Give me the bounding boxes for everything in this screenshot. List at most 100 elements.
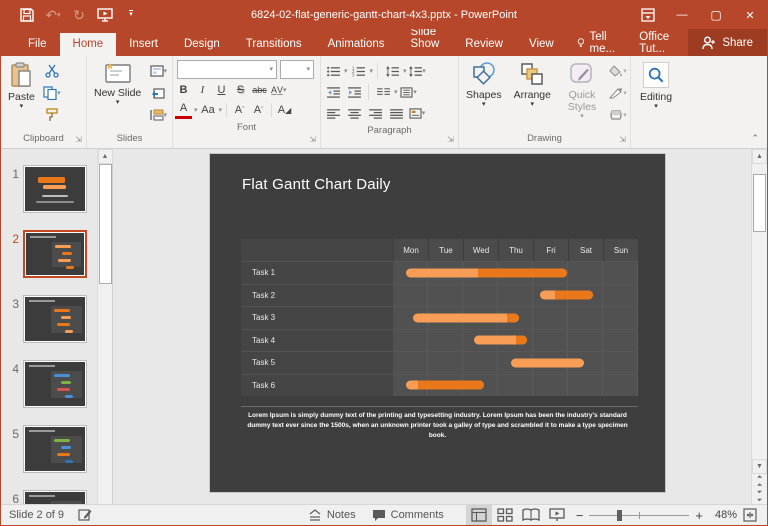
accessibility-check-icon[interactable]: [78, 508, 92, 522]
thumbnail-frame[interactable]: [23, 360, 87, 408]
gantt-chart[interactable]: MonTueWedThuFriSatSun Task 1Task 2Task 3…: [241, 239, 638, 396]
font-name-combobox[interactable]: ▾: [177, 60, 277, 79]
section-button[interactable]: ▾: [148, 105, 168, 125]
paste-button[interactable]: Paste▾: [3, 59, 40, 129]
line-spacing-button[interactable]: [382, 61, 402, 81]
zoom-in-icon[interactable]: +: [695, 508, 703, 523]
slide-indicator[interactable]: Slide 2 of 9: [9, 509, 64, 521]
slide-thumbnail-5[interactable]: 5: [3, 425, 95, 473]
tab-review[interactable]: Review: [452, 33, 516, 56]
thumbnail-frame[interactable]: [23, 165, 87, 213]
comments-toggle[interactable]: Comments: [364, 505, 452, 525]
thumbnail-scrollbar-thumb[interactable]: [99, 164, 112, 284]
tab-home[interactable]: Home: [60, 33, 117, 56]
arrange-button[interactable]: Arrange▾: [509, 59, 556, 129]
quick-styles-button[interactable]: Quick Styles▾: [558, 59, 606, 129]
convert-smartart-button[interactable]: ▾: [407, 103, 427, 123]
bold-button[interactable]: B: [175, 81, 192, 99]
previous-slide-icon[interactable]: ⏶⏶: [752, 474, 767, 489]
gantt-bar[interactable]: [413, 313, 520, 322]
format-painter-button[interactable]: [42, 105, 62, 125]
new-slide-button[interactable]: New Slide▾: [89, 59, 146, 129]
fit-slide-to-window-button[interactable]: [737, 505, 763, 525]
save-icon[interactable]: [15, 4, 39, 26]
shape-effects-button[interactable]: ▾: [608, 105, 628, 125]
thumbnail-frame[interactable]: [23, 295, 87, 343]
reading-view-button[interactable]: [518, 505, 544, 525]
character-spacing-button[interactable]: A̲V̲▾: [270, 81, 288, 99]
align-text-button[interactable]: ▾: [399, 82, 419, 102]
tell-me-button[interactable]: Tell me...: [567, 29, 630, 56]
redo-icon[interactable]: ↻: [67, 4, 91, 26]
text-direction-button[interactable]: ▾: [408, 61, 428, 81]
cut-button[interactable]: [42, 61, 62, 81]
minimize-button[interactable]: —: [665, 1, 699, 29]
maximize-button[interactable]: ▢: [699, 1, 733, 29]
slide-thumbnail-1[interactable]: 1: [3, 165, 95, 213]
gantt-bar[interactable]: [540, 291, 593, 300]
clipboard-dialog-launcher[interactable]: ⇲: [75, 135, 82, 144]
tab-view[interactable]: View: [516, 33, 567, 56]
close-button[interactable]: ✕: [733, 1, 767, 29]
align-left-button[interactable]: [323, 103, 343, 123]
slide-canvas[interactable]: Flat Gantt Chart Daily MonTueWedThuFriSa…: [210, 154, 665, 492]
shadow-button[interactable]: S: [232, 81, 249, 99]
vertical-scrollbar[interactable]: ▲ ▼ ⏶⏶ ⏷⏷: [751, 149, 767, 504]
change-case-button[interactable]: Aa: [200, 101, 217, 119]
font-size-combobox[interactable]: ▾: [280, 60, 314, 79]
slide-title[interactable]: Flat Gantt Chart Daily: [242, 176, 391, 193]
justify-button[interactable]: [386, 103, 406, 123]
copy-button[interactable]: ▾: [42, 83, 62, 103]
underline-button[interactable]: U: [213, 81, 230, 99]
notes-toggle[interactable]: Notes: [300, 505, 364, 525]
gantt-bar[interactable]: [406, 381, 483, 390]
italic-button[interactable]: I: [194, 81, 211, 99]
tab-transitions[interactable]: Transitions: [233, 33, 315, 56]
numbering-button[interactable]: [349, 61, 369, 81]
paragraph-dialog-launcher[interactable]: ⇲: [447, 135, 454, 144]
scroll-up-icon[interactable]: ▲: [98, 149, 113, 164]
strikethrough-button[interactable]: abc: [251, 81, 268, 99]
customize-qat-icon[interactable]: ▾: [119, 4, 143, 26]
scroll-up-icon[interactable]: ▲: [752, 149, 767, 164]
increase-indent-button[interactable]: [344, 82, 364, 102]
gantt-bar[interactable]: [406, 268, 566, 277]
start-from-beginning-icon[interactable]: [93, 4, 117, 26]
tab-design[interactable]: Design: [171, 33, 233, 56]
align-center-button[interactable]: [344, 103, 364, 123]
next-slide-icon[interactable]: ⏷⏷: [752, 489, 767, 504]
undo-icon[interactable]: ↶▾: [41, 4, 65, 26]
slide-show-button[interactable]: [544, 505, 570, 525]
columns-button[interactable]: [373, 82, 393, 102]
normal-view-button[interactable]: [466, 505, 492, 525]
collapse-ribbon-icon[interactable]: ⌃: [751, 133, 759, 144]
ribbon-display-options-icon[interactable]: [631, 1, 665, 29]
slide-thumbnail-6[interactable]: 6: [3, 490, 95, 504]
thumbnail-panel-scrollbar[interactable]: ▲: [97, 149, 112, 504]
share-button[interactable]: Share: [688, 29, 767, 56]
zoom-slider[interactable]: − +: [570, 508, 709, 523]
zoom-out-icon[interactable]: −: [576, 508, 584, 523]
align-right-button[interactable]: [365, 103, 385, 123]
thumbnail-frame[interactable]: [23, 490, 87, 504]
slide-body-text[interactable]: Lorem Ipsum is simply dummy text of the …: [246, 411, 629, 441]
grow-font-button[interactable]: Aˆ: [231, 101, 248, 119]
clear-formatting-button[interactable]: A◢: [276, 101, 293, 119]
tab-insert[interactable]: Insert: [116, 33, 171, 56]
shape-outline-button[interactable]: ▾: [608, 83, 628, 103]
slide-thumbnail-3[interactable]: 3: [3, 295, 95, 343]
thumbnail-frame[interactable]: [23, 230, 87, 278]
drawing-dialog-launcher[interactable]: ⇲: [619, 135, 626, 144]
editing-button[interactable]: Editing▾: [635, 59, 677, 129]
reset-button[interactable]: [148, 83, 168, 103]
zoom-level[interactable]: 48%: [709, 509, 737, 521]
shape-fill-button[interactable]: ▾: [608, 61, 628, 81]
tab-animations[interactable]: Animations: [315, 33, 398, 56]
zoom-slider-thumb[interactable]: [617, 510, 622, 521]
scrollbar-thumb[interactable]: [753, 174, 766, 232]
scroll-down-icon[interactable]: ▼: [752, 459, 767, 474]
slide-thumbnail-4[interactable]: 4: [3, 360, 95, 408]
decrease-indent-button[interactable]: [323, 82, 343, 102]
office-tutorials-tab[interactable]: Office Tut...: [629, 29, 688, 56]
gantt-bar[interactable]: [474, 336, 527, 345]
